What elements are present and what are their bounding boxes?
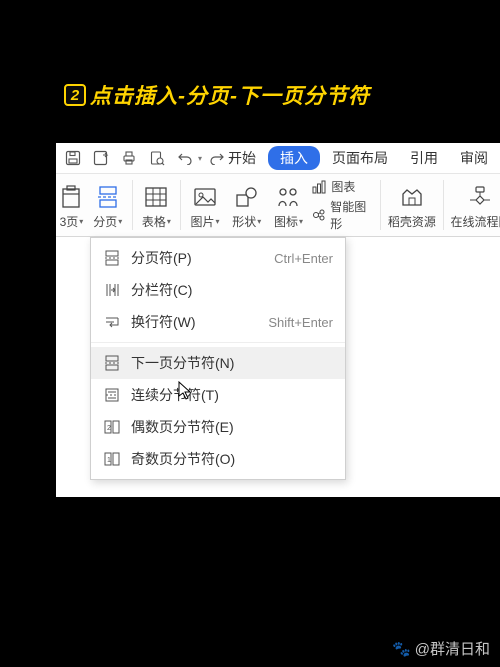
dd-line-break-label: 换行符(W) [131, 312, 258, 332]
cover-page-button[interactable]: 3页▾ [56, 174, 87, 236]
author-watermark: 🐾 @群清日和 [392, 638, 490, 659]
svg-text:1: 1 [107, 457, 111, 464]
resources-label: 稻壳资源 [388, 213, 436, 230]
page-break-dropdown: 分页符(P) Ctrl+Enter 分栏符(C) 换行符(W) Shift+En… [90, 237, 346, 480]
shapes-button[interactable]: 形状▾ [226, 174, 268, 236]
icons-icon [275, 184, 301, 210]
undo-button[interactable] [172, 146, 198, 170]
even-page-section-icon: 2 [103, 418, 121, 436]
resources-icon [399, 184, 425, 210]
continuous-section-icon [103, 386, 121, 404]
print-preview-button[interactable] [144, 146, 170, 170]
author-name: @群清日和 [415, 638, 490, 659]
save-button[interactable] [60, 146, 86, 170]
cover-page-label: 3页 [60, 213, 79, 230]
icons-label: 图标 [274, 213, 298, 230]
dd-page-break[interactable]: 分页符(P) Ctrl+Enter [91, 242, 345, 274]
dd-column-break[interactable]: 分栏符(C) [91, 274, 345, 306]
icons-button[interactable]: 图标▾ [268, 174, 310, 236]
smartart-button[interactable]: 智能图形 [311, 198, 375, 232]
print-button[interactable] [116, 146, 142, 170]
menu-bar: 开始 插入 页面布局 引用 审阅 视 [218, 143, 500, 173]
flowchart-button[interactable]: 在线流程图 [447, 174, 500, 236]
menu-page-layout[interactable]: 页面布局 [322, 145, 398, 171]
dd-page-break-shortcut: Ctrl+Enter [274, 251, 333, 266]
export-icon [93, 150, 109, 166]
flowchart-icon [467, 184, 493, 210]
dd-even-page-section[interactable]: 2 偶数页分节符(E) [91, 411, 345, 443]
step-number-badge: 2 [64, 84, 86, 106]
ribbon-separator [443, 180, 444, 230]
dd-continuous-section-label: 连续分节符(T) [131, 385, 333, 405]
smartart-icon [311, 207, 326, 223]
smartart-label: 智能图形 [330, 198, 375, 232]
picture-label: 图片 [190, 213, 214, 230]
shapes-icon [234, 184, 260, 210]
dd-next-page-section[interactable]: 下一页分节符(N) [91, 347, 345, 379]
dd-odd-page-section-label: 奇数页分节符(O) [131, 449, 333, 469]
word-processor-window: ▾ ▾ 开始 插入 页面布局 引用 审阅 视 [56, 143, 500, 497]
cover-page-icon [58, 184, 84, 210]
dd-page-break-label: 分页符(P) [131, 248, 264, 268]
chart-icon [311, 179, 327, 195]
dd-line-break[interactable]: 换行符(W) Shift+Enter [91, 306, 345, 338]
dd-even-page-section-label: 偶数页分节符(E) [131, 417, 333, 437]
save-icon [65, 150, 81, 166]
instruction-caption: 2 点击插入-分页-下一页分节符 [56, 75, 500, 115]
dd-line-break-shortcut: Shift+Enter [268, 315, 333, 330]
resources-button[interactable]: 稻壳资源 [384, 174, 440, 236]
picture-button[interactable]: 图片▾ [184, 174, 226, 236]
paw-icon: 🐾 [392, 640, 411, 658]
ribbon-separator [380, 180, 381, 230]
next-page-section-icon [103, 354, 121, 372]
ribbon-separator [180, 180, 181, 230]
ribbon-insert: 3页▾ 分页▾ 表格▾ 图片▾ [56, 173, 500, 237]
menu-references[interactable]: 引用 [400, 145, 448, 171]
dd-next-page-section-label: 下一页分节符(N) [131, 353, 333, 373]
table-icon [143, 184, 169, 210]
svg-text:2: 2 [107, 425, 111, 432]
menu-start[interactable]: 开始 [218, 145, 266, 171]
save-as-button[interactable] [88, 146, 114, 170]
ribbon-separator [132, 180, 133, 230]
page-break-icon [95, 184, 121, 210]
page-break-button[interactable]: 分页▾ [87, 174, 129, 236]
dd-odd-page-section[interactable]: 1 奇数页分节符(O) [91, 443, 345, 475]
flowchart-label: 在线流程图 [450, 213, 500, 230]
table-button[interactable]: 表格▾ [135, 174, 177, 236]
dd-continuous-section[interactable]: 连续分节符(T) [91, 379, 345, 411]
menu-insert[interactable]: 插入 [268, 146, 320, 170]
chart-smartart-group: 图表 智能图形 [309, 174, 377, 236]
undo-icon [177, 151, 193, 165]
quick-access-toolbar: ▾ ▾ 开始 插入 页面布局 引用 审阅 视 [56, 143, 500, 173]
picture-icon [192, 184, 218, 210]
chart-button[interactable]: 图表 [311, 178, 375, 195]
page-break-label: 分页 [93, 213, 117, 230]
chart-label: 图表 [331, 178, 355, 195]
video-stage: 2 点击插入-分页-下一页分节符 ▾ [56, 0, 500, 667]
print-icon [121, 150, 137, 166]
wrap-break-icon [103, 313, 121, 331]
column-break-icon [103, 281, 121, 299]
menu-review[interactable]: 审阅 [450, 145, 498, 171]
instruction-text: 点击插入-分页-下一页分节符 [90, 80, 370, 110]
page-break-icon [103, 249, 121, 267]
dd-column-break-label: 分栏符(C) [131, 280, 323, 300]
print-preview-icon [149, 150, 165, 166]
dropdown-separator [91, 342, 345, 343]
table-label: 表格 [142, 213, 166, 230]
undo-caret-icon[interactable]: ▾ [198, 154, 202, 163]
odd-page-section-icon: 1 [103, 450, 121, 468]
shapes-label: 形状 [232, 213, 256, 230]
